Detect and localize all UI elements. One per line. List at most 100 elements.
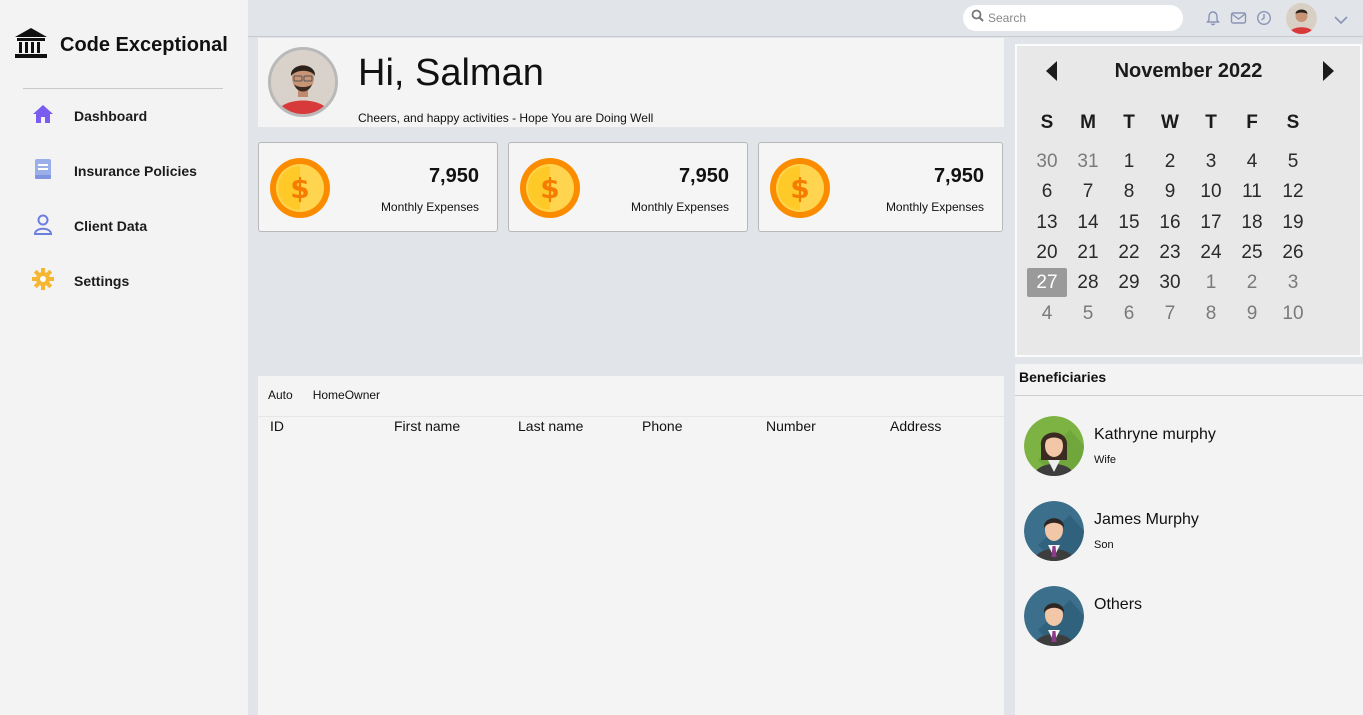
bell-icon[interactable] [1205, 10, 1221, 31]
avatar [1024, 501, 1084, 561]
calendar: November 2022 S M T W T F S 30 31 1 2 3 4 5 6 7 8 9 10 11 12… [1015, 44, 1362, 357]
stat-label: Monthly Expenses [885, 200, 984, 214]
stat-value: 7,950 [678, 165, 729, 187]
calendar-day[interactable]: 31 [1068, 147, 1108, 176]
beneficiary-item[interactable]: Kathryne murphy Wife [1024, 416, 1344, 478]
chevron-down-icon[interactable] [1334, 12, 1348, 30]
beneficiary-relation: Wife [1094, 454, 1116, 466]
calendar-day[interactable]: 4 [1027, 299, 1067, 328]
calendar-day[interactable]: 8 [1109, 177, 1149, 206]
calendar-day[interactable]: 2 [1150, 147, 1190, 176]
calendar-day[interactable]: 8 [1191, 299, 1231, 328]
calendar-day[interactable]: 25 [1232, 238, 1272, 267]
calendar-day[interactable]: 14 [1068, 208, 1108, 237]
clock-icon[interactable] [1256, 10, 1272, 31]
divider [23, 88, 223, 89]
stat-card[interactable]: $ 7,950 Monthly Expenses [258, 142, 498, 232]
avatar[interactable] [1286, 3, 1317, 34]
column-header-number[interactable]: Number [766, 418, 890, 434]
calendar-day[interactable]: 3 [1273, 268, 1313, 297]
sidebar-item-dashboard[interactable]: Dashboard [32, 104, 147, 128]
sidebar-item-insurance-policies[interactable]: Insurance Policies [32, 158, 197, 183]
calendar-day[interactable]: 21 [1068, 238, 1108, 267]
calendar-day[interactable]: 17 [1191, 208, 1231, 237]
beneficiaries-panel: Beneficiaries Kathryne murphy Wife James… [1015, 364, 1363, 715]
weekday-label: T [1123, 112, 1135, 133]
tab-auto[interactable]: Auto [268, 388, 293, 402]
greeting-subtitle: Cheers, and happy activities - Hope You … [358, 111, 654, 125]
calendar-day[interactable]: 6 [1109, 299, 1149, 328]
stat-card[interactable]: $ 7,950 Monthly Expenses [758, 142, 1003, 232]
calendar-month-label: November 2022 [1114, 60, 1263, 82]
svg-text:$: $ [540, 172, 559, 205]
calendar-day[interactable]: 6 [1027, 177, 1067, 206]
mail-icon[interactable] [1230, 10, 1247, 31]
calendar-day[interactable]: 13 [1027, 208, 1067, 237]
table-header: ID First name Last name Phone Number Add… [270, 418, 1014, 434]
calendar-day[interactable]: 30 [1027, 147, 1067, 176]
calendar-day[interactable]: 29 [1109, 268, 1149, 297]
calendar-day[interactable]: 3 [1191, 147, 1231, 176]
profile-avatar[interactable] [268, 47, 338, 117]
calendar-day[interactable]: 15 [1109, 208, 1149, 237]
calendar-day[interactable]: 7 [1150, 299, 1190, 328]
column-header-id[interactable]: ID [270, 418, 394, 434]
calendar-day[interactable]: 11 [1232, 177, 1272, 206]
calendar-day[interactable]: 9 [1150, 177, 1190, 206]
svg-text:$: $ [790, 172, 809, 205]
stat-value: 7,950 [933, 165, 984, 187]
calendar-day[interactable]: 10 [1191, 177, 1231, 206]
column-header-first-name[interactable]: First name [394, 418, 518, 434]
calendar-day[interactable]: 30 [1150, 268, 1190, 297]
user-icon [32, 213, 54, 240]
divider [258, 416, 1004, 417]
calendar-day[interactable]: 12 [1273, 177, 1313, 206]
tab-homeowner[interactable]: HomeOwner [313, 388, 380, 402]
column-header-address[interactable]: Address [890, 418, 1014, 434]
dollar-coin-icon: $ [269, 157, 331, 224]
stat-card[interactable]: $ 7,950 Monthly Expenses [508, 142, 748, 232]
dollar-coin-icon: $ [519, 157, 581, 224]
greeting-panel: Hi, Salman Cheers, and happy activities … [258, 38, 1004, 127]
avatar [1024, 586, 1084, 646]
calendar-day[interactable]: 5 [1068, 299, 1108, 328]
column-header-last-name[interactable]: Last name [518, 418, 642, 434]
calendar-day[interactable]: 7 [1068, 177, 1108, 206]
stat-value: 7,950 [428, 165, 479, 187]
calendar-day[interactable]: 10 [1273, 299, 1313, 328]
calendar-day[interactable]: 18 [1232, 208, 1272, 237]
calendar-day-selected[interactable]: 27 [1027, 268, 1067, 298]
calendar-day[interactable]: 1 [1191, 268, 1231, 297]
next-month-icon[interactable] [1321, 60, 1335, 87]
weekday-label: S [1040, 112, 1054, 133]
calendar-day[interactable]: 9 [1232, 299, 1272, 328]
gear-icon [32, 267, 54, 295]
sidebar: Code Exceptional Dashboard Insurance Pol… [0, 0, 248, 715]
stat-label: Monthly Expenses [380, 200, 479, 214]
calendar-day[interactable]: 24 [1191, 238, 1231, 267]
search-box[interactable] [963, 5, 1183, 31]
dollar-coin-icon: $ [769, 157, 831, 224]
column-header-phone[interactable]: Phone [642, 418, 766, 434]
calendar-day[interactable]: 4 [1232, 147, 1272, 176]
avatar [1024, 416, 1084, 476]
calendar-day[interactable]: 16 [1150, 208, 1190, 237]
calendar-day[interactable]: 2 [1232, 268, 1272, 297]
sidebar-item-label: Settings [74, 273, 130, 289]
search-input[interactable] [988, 11, 1168, 25]
calendar-day[interactable]: 19 [1273, 208, 1313, 237]
beneficiary-item[interactable]: Others [1024, 586, 1344, 648]
calendar-day[interactable]: 20 [1027, 238, 1067, 267]
topbar [248, 0, 1363, 37]
sidebar-item-client-data[interactable]: Client Data [32, 214, 147, 238]
brand[interactable]: Code Exceptional [14, 26, 228, 65]
svg-text:$: $ [290, 172, 309, 205]
calendar-day[interactable]: 26 [1273, 238, 1313, 267]
calendar-day[interactable]: 5 [1273, 147, 1313, 176]
beneficiary-item[interactable]: James Murphy Son [1024, 501, 1344, 563]
calendar-day[interactable]: 1 [1109, 147, 1149, 176]
sidebar-item-settings[interactable]: Settings [32, 267, 130, 295]
calendar-day[interactable]: 28 [1068, 268, 1108, 297]
calendar-day[interactable]: 23 [1150, 238, 1190, 267]
calendar-day[interactable]: 22 [1109, 238, 1149, 267]
